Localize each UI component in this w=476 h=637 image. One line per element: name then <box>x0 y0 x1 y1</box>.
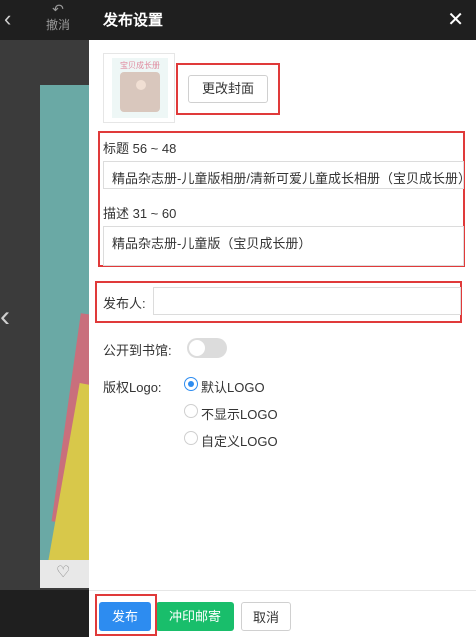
album-page-preview <box>40 85 89 560</box>
print-mail-button[interactable]: 冲印邮寄 <box>156 602 234 631</box>
baby-photo <box>120 72 160 112</box>
change-cover-button[interactable]: 更改封面 <box>188 75 268 103</box>
radio-custom-logo-label[interactable]: 自定义LOGO <box>201 431 278 450</box>
close-icon[interactable]: ✕ <box>447 7 464 32</box>
cancel-button[interactable]: 取消 <box>241 602 291 631</box>
heart-icon[interactable]: ♡ <box>56 562 70 582</box>
dialog-header: 发布设置 ✕ <box>89 0 476 40</box>
dialog-title: 发布设置 <box>103 12 164 29</box>
publisher-input[interactable] <box>153 287 461 315</box>
publish-settings-dialog: 发布设置 ✕ 宝贝成长册 更改封面 标题 56 ~ 48 精品杂志册-儿童版相册… <box>89 0 476 637</box>
desc-textarea[interactable]: 精品杂志册-儿童版（宝贝成长册） <box>103 226 464 266</box>
toggle-knob <box>189 340 205 356</box>
radio-hide-logo-label[interactable]: 不显示LOGO <box>201 404 278 423</box>
cover-image-title: 宝贝成长册 <box>120 61 160 70</box>
desc-label: 描述 31 ~ 60 <box>103 206 177 221</box>
public-toggle[interactable] <box>187 338 227 358</box>
title-label: 标题 56 ~ 48 <box>103 141 177 156</box>
undo-button[interactable]: ↶ 撤消 <box>40 2 76 33</box>
cover-thumbnail: 宝贝成长册 <box>103 53 175 123</box>
back-chevron-icon[interactable]: ‹ <box>4 8 11 30</box>
editor-footer <box>0 590 89 637</box>
prev-page-icon[interactable]: ‹ <box>0 300 10 334</box>
highlight-publish <box>95 594 157 636</box>
cover-image: 宝贝成长册 <box>112 58 168 118</box>
radio-hide-logo[interactable] <box>184 404 198 418</box>
radio-custom-logo[interactable] <box>184 431 198 445</box>
public-label: 公开到书馆: <box>103 343 172 358</box>
publisher-label: 发布人: <box>103 296 146 311</box>
logo-label: 版权Logo: <box>103 380 162 395</box>
baby-face <box>136 80 146 90</box>
undo-icon: ↶ <box>52 1 64 17</box>
undo-label: 撤消 <box>45 18 70 32</box>
radio-default-logo-label[interactable]: 默认LOGO <box>201 377 265 396</box>
title-input[interactable]: 精品杂志册-儿童版相册/清新可爱儿童成长相册（宝贝成长册） <box>103 161 464 189</box>
radio-default-logo[interactable] <box>184 377 198 391</box>
